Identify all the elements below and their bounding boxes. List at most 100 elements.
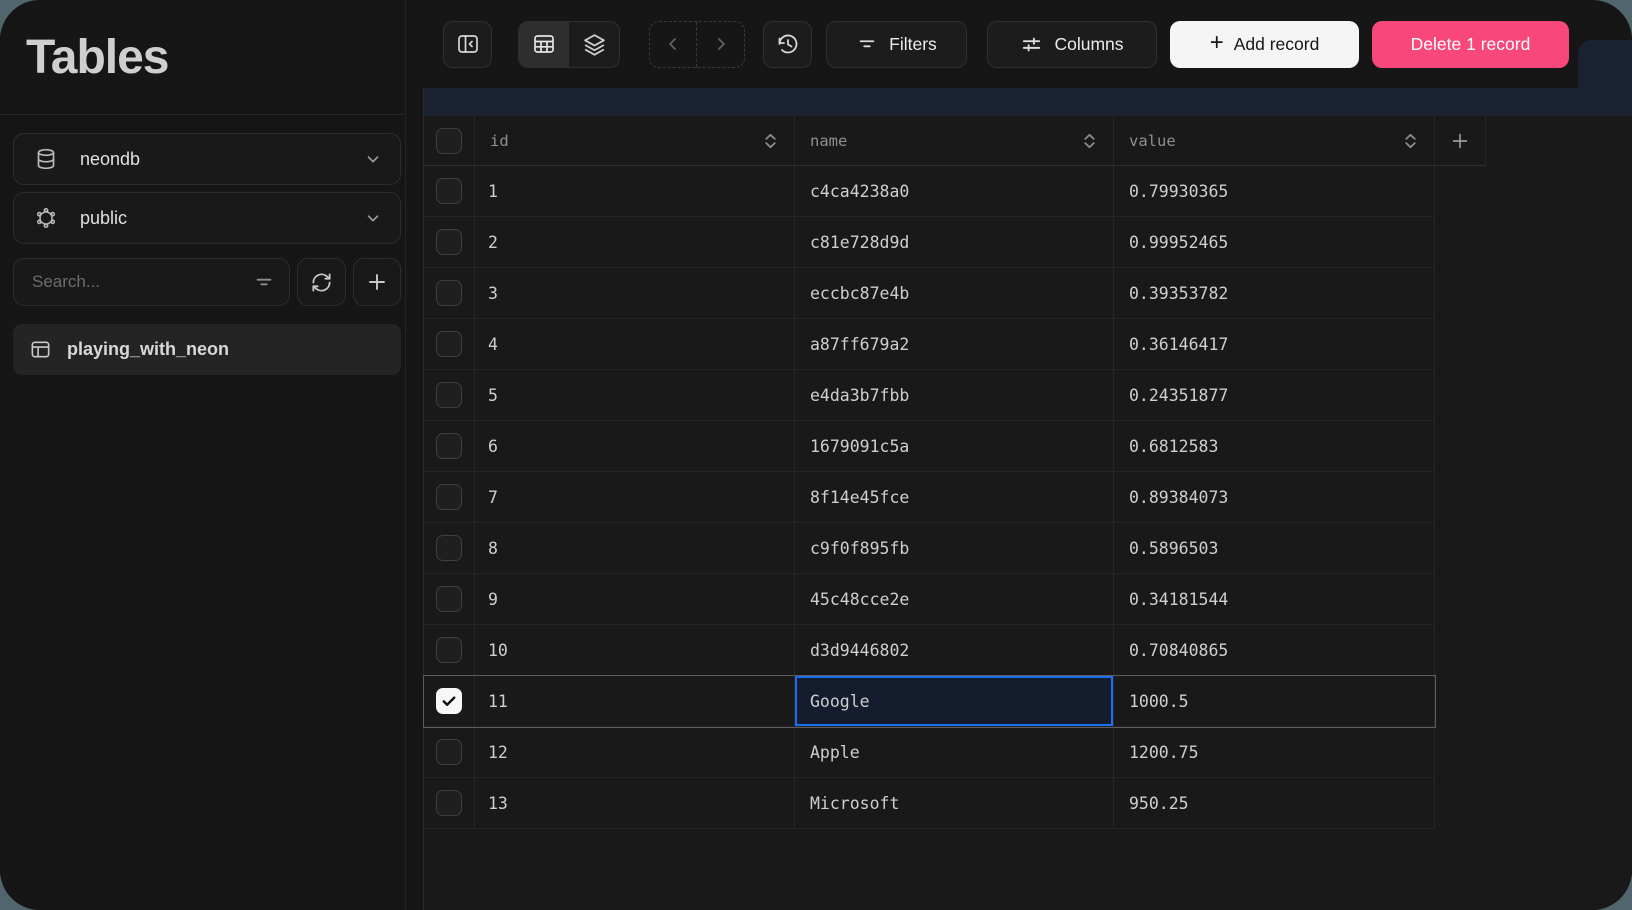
cell-value[interactable]: 0.79930365 (1114, 166, 1435, 216)
toolbar: Filters Columns + Add record Delete 1 re… (407, 0, 1632, 88)
database-selector[interactable]: neondb (13, 133, 401, 185)
row-checkbox[interactable] (436, 586, 462, 612)
cell-name[interactable]: Apple (795, 727, 1114, 777)
cell-id[interactable]: 11 (475, 676, 795, 726)
row-checkbox[interactable] (436, 484, 462, 510)
toggle-sidebar-button[interactable] (443, 21, 492, 68)
history-button[interactable] (763, 21, 812, 68)
row-select-cell[interactable] (424, 625, 475, 675)
grid-view-button[interactable] (519, 22, 569, 67)
row-select-cell[interactable] (424, 778, 475, 828)
cell-value[interactable]: 950.25 (1114, 778, 1435, 828)
row-checkbox[interactable] (436, 331, 462, 357)
row-checkbox[interactable] (436, 637, 462, 663)
cell-name[interactable]: c81e728d9d (795, 217, 1114, 267)
cell-id[interactable]: 10 (475, 625, 795, 675)
cell-name[interactable]: a87ff679a2 (795, 319, 1114, 369)
row-select-cell[interactable] (424, 319, 475, 369)
desktop-background: Tables neondb (0, 0, 1632, 910)
refresh-button[interactable] (297, 258, 346, 306)
cell-id[interactable]: 7 (475, 472, 795, 522)
cell-name[interactable]: 8f14e45fce (795, 472, 1114, 522)
cell-name[interactable]: e4da3b7fbb (795, 370, 1114, 420)
cell-value[interactable]: 0.6812583 (1114, 421, 1435, 471)
search-input[interactable] (32, 272, 253, 292)
add-record-button[interactable]: + Add record (1170, 21, 1359, 68)
cell-value[interactable]: 0.24351877 (1114, 370, 1435, 420)
cell-id[interactable]: 12 (475, 727, 795, 777)
grid-header: id name value (424, 116, 1486, 166)
row-select-cell[interactable] (424, 166, 475, 216)
cell-value[interactable]: 0.36146417 (1114, 319, 1435, 369)
column-header-value[interactable]: value (1114, 116, 1435, 165)
cell-value[interactable]: 0.89384073 (1114, 472, 1435, 522)
sidebar-header: Tables (0, 0, 405, 115)
cell-name[interactable]: 1679091c5a (795, 421, 1114, 471)
row-select-cell[interactable] (424, 268, 475, 318)
grid-rows: 1c4ca4238a00.79930365 2c81e728d9d0.999524… (424, 166, 1632, 829)
columns-button[interactable]: Columns (987, 21, 1157, 68)
cell-name[interactable]: eccbc87e4b (795, 268, 1114, 318)
column-header-name[interactable]: name (795, 116, 1114, 165)
row-checkbox[interactable] (436, 535, 462, 561)
filters-button[interactable]: Filters (826, 21, 967, 68)
row-select-cell[interactable] (424, 217, 475, 267)
cell-value[interactable]: 0.5896503 (1114, 523, 1435, 573)
cell-value[interactable]: 1200.75 (1114, 727, 1435, 777)
delete-record-label: Delete 1 record (1411, 34, 1531, 55)
row-checkbox[interactable] (436, 433, 462, 459)
cell-id[interactable]: 8 (475, 523, 795, 573)
cell-value[interactable]: 0.70840865 (1114, 625, 1435, 675)
row-checkbox[interactable] (436, 178, 462, 204)
row-checkbox[interactable] (436, 790, 462, 816)
column-header-id[interactable]: id (475, 116, 795, 165)
row-select-cell[interactable] (424, 472, 475, 522)
table-row: 10d3d94468020.70840865 (424, 625, 1435, 676)
row-checkbox[interactable] (436, 688, 462, 714)
cell-id[interactable]: 13 (475, 778, 795, 828)
select-all-checkbox[interactable] (436, 128, 462, 154)
cell-value[interactable]: 0.34181544 (1114, 574, 1435, 624)
table-search[interactable] (13, 258, 290, 306)
sort-icon (763, 132, 778, 149)
add-table-button[interactable] (353, 258, 402, 306)
cell-name[interactable]: Google (795, 676, 1114, 726)
row-select-cell[interactable] (424, 676, 475, 726)
row-select-cell[interactable] (424, 727, 475, 777)
delete-record-button[interactable]: Delete 1 record (1372, 21, 1569, 68)
table-row: 78f14e45fce0.89384073 (424, 472, 1435, 523)
row-select-cell[interactable] (424, 574, 475, 624)
layers-view-button[interactable] (569, 22, 619, 67)
cell-id[interactable]: 4 (475, 319, 795, 369)
sidebar-item-playing-with-neon[interactable]: playing_with_neon (13, 324, 401, 375)
cell-name[interactable]: c9f0f895fb (795, 523, 1114, 573)
column-header-label: id (490, 132, 509, 150)
row-checkbox[interactable] (436, 739, 462, 765)
next-page-button[interactable] (697, 22, 744, 67)
cell-name[interactable]: c4ca4238a0 (795, 166, 1114, 216)
row-checkbox[interactable] (436, 229, 462, 255)
chevron-left-icon (663, 34, 683, 54)
table-icon (29, 338, 52, 361)
row-select-cell[interactable] (424, 370, 475, 420)
cell-id[interactable]: 5 (475, 370, 795, 420)
cell-id[interactable]: 2 (475, 217, 795, 267)
select-all-cell[interactable] (424, 116, 475, 165)
cell-id[interactable]: 6 (475, 421, 795, 471)
cell-id[interactable]: 9 (475, 574, 795, 624)
cell-name[interactable]: 45c48cce2e (795, 574, 1114, 624)
cell-id[interactable]: 3 (475, 268, 795, 318)
row-select-cell[interactable] (424, 421, 475, 471)
cell-name[interactable]: Microsoft (795, 778, 1114, 828)
cell-value[interactable]: 0.99952465 (1114, 217, 1435, 267)
cell-value[interactable]: 0.39353782 (1114, 268, 1435, 318)
cell-id[interactable]: 1 (475, 166, 795, 216)
add-column-button[interactable] (1435, 116, 1486, 165)
prev-page-button[interactable] (650, 22, 697, 67)
schema-selector[interactable]: public (13, 192, 401, 244)
cell-value[interactable]: 1000.5 (1114, 676, 1435, 726)
row-checkbox[interactable] (436, 382, 462, 408)
row-select-cell[interactable] (424, 523, 475, 573)
cell-name[interactable]: d3d9446802 (795, 625, 1114, 675)
row-checkbox[interactable] (436, 280, 462, 306)
